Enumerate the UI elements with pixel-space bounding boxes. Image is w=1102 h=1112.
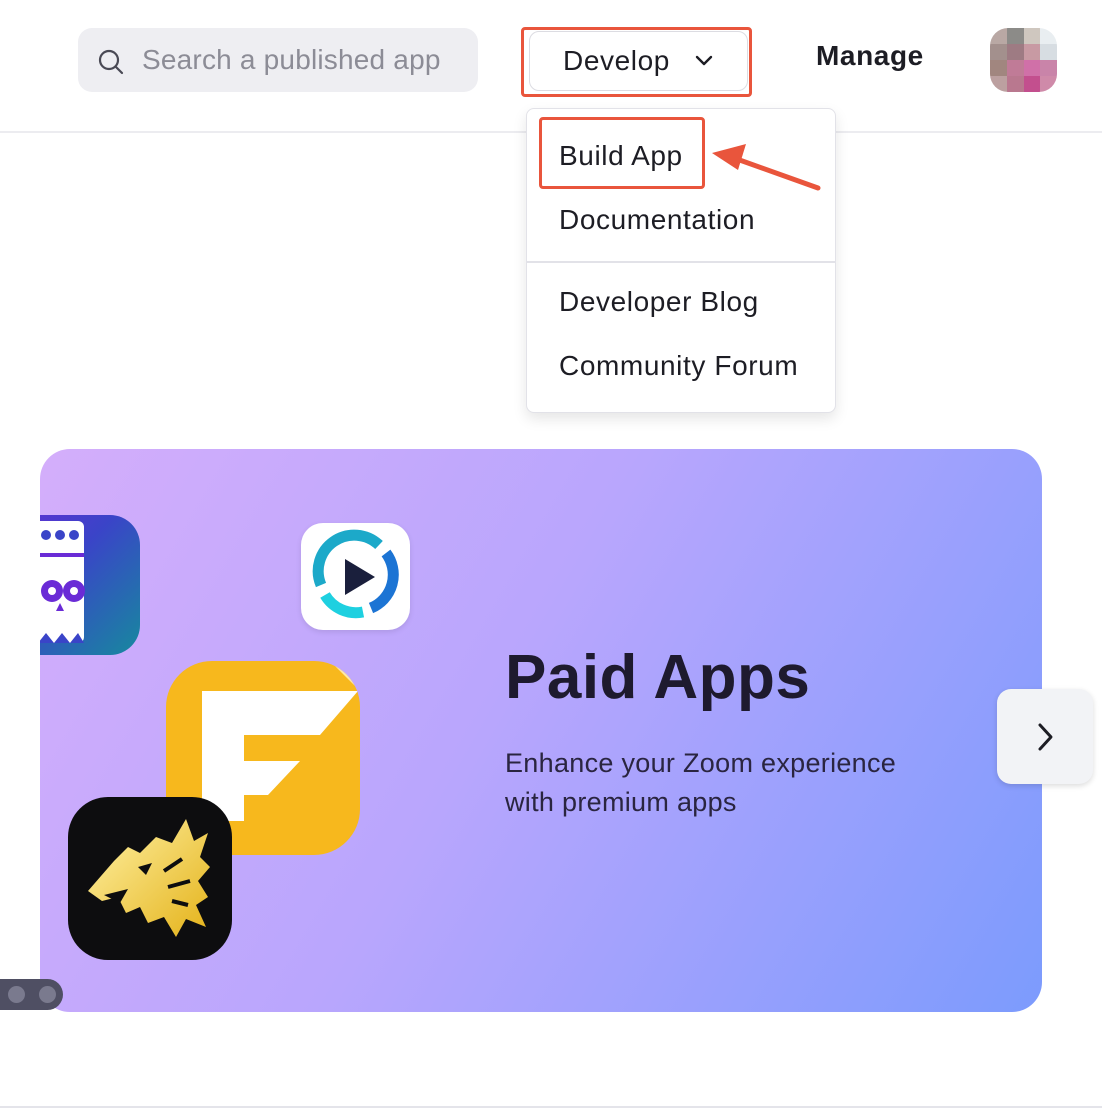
- avatar-pixel: [1006, 44, 1024, 60]
- carousel-dot[interactable]: [8, 986, 25, 1003]
- wolf-app-icon[interactable]: [68, 797, 232, 960]
- avatar-pixel: [1040, 44, 1057, 60]
- avatar-pixel: [990, 60, 1007, 76]
- avatar-pixel: [1040, 60, 1057, 76]
- avatar-pixel: [1040, 76, 1057, 92]
- menu-divider: [527, 261, 835, 263]
- featured-banner[interactable]: Paid Apps Enhance your Zoom experience w…: [40, 449, 1042, 1012]
- owl-glyph-icon: [40, 521, 85, 643]
- search-icon: [98, 49, 124, 75]
- video-play-app-icon[interactable]: [301, 523, 410, 630]
- develop-dropdown-button[interactable]: Develop: [529, 31, 748, 91]
- menu-item-community-forum[interactable]: Community Forum: [559, 350, 798, 382]
- wolf-head-icon: [88, 819, 210, 937]
- carousel-next-button[interactable]: [997, 689, 1093, 784]
- owl-app-icon[interactable]: [40, 515, 140, 655]
- chevron-right-icon: [1038, 723, 1053, 750]
- avatar[interactable]: [990, 28, 1057, 92]
- build-app-highlight-box: [539, 117, 705, 189]
- avatar-pixel: [1023, 60, 1041, 76]
- play-circle-icon: [312, 529, 399, 619]
- avatar-pixel: [1023, 28, 1041, 44]
- banner-subtitle: Enhance your Zoom experience with premiu…: [505, 748, 897, 817]
- carousel-dot[interactable]: [39, 986, 56, 1003]
- banner-title: Paid Apps: [505, 643, 811, 712]
- annotation-arrow-icon: [712, 144, 821, 191]
- menu-item-documentation[interactable]: Documentation: [559, 204, 755, 236]
- avatar-pixel: [990, 28, 1007, 44]
- search-input[interactable]: [142, 28, 462, 92]
- search-box[interactable]: [78, 28, 478, 92]
- manage-link[interactable]: Manage: [816, 40, 924, 72]
- chevron-down-icon: [695, 55, 713, 66]
- develop-label: Develop: [563, 45, 670, 76]
- avatar-pixel: [1006, 76, 1024, 92]
- avatar-pixel: [990, 44, 1007, 60]
- avatar-pixel: [1006, 28, 1024, 44]
- menu-item-developer-blog[interactable]: Developer Blog: [559, 286, 759, 318]
- avatar-pixel: [1040, 28, 1057, 44]
- avatar-pixel: [990, 76, 1007, 92]
- carousel-pagination: [0, 979, 63, 1010]
- avatar-pixel: [1023, 44, 1041, 60]
- avatar-pixel: [1023, 76, 1041, 92]
- section-divider: [0, 1106, 1102, 1108]
- avatar-pixel: [1006, 60, 1024, 76]
